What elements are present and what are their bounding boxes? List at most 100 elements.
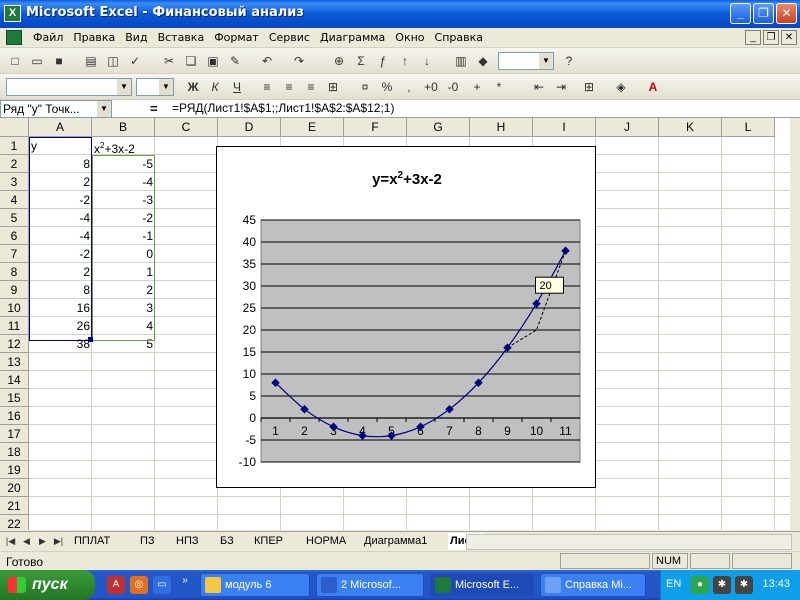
font-color-icon[interactable]: A [644,78,662,96]
cell-a2[interactable]: 8 [29,155,92,173]
row-header-15[interactable]: 15 [0,389,29,407]
taskbar-button[interactable]: модуль 6 [200,573,310,597]
sort-desc-icon[interactable]: ↓ [418,52,436,70]
row-header-7[interactable]: 7 [0,245,29,263]
column-header-j[interactable]: J [596,118,659,137]
cell-a5[interactable]: -4 [29,209,92,227]
row-header-13[interactable]: 13 [0,353,29,371]
doc-close-button[interactable]: ✕ [781,30,797,45]
column-header-c[interactable]: C [155,118,218,137]
menu-item[interactable]: Справка [430,31,488,44]
row-header-6[interactable]: 6 [0,227,29,245]
cell-a6[interactable]: -4 [29,227,92,245]
align-left-icon[interactable]: ≡ [258,78,276,96]
new-icon[interactable]: □ [6,52,24,70]
cell-a1[interactable]: y [29,137,92,155]
media-icon[interactable]: ◎ [130,576,148,594]
menu-item[interactable]: Диаграмма [315,31,390,44]
row-header-9[interactable]: 9 [0,281,29,299]
function-icon[interactable]: ƒ [374,52,392,70]
column-header-e[interactable]: E [281,118,344,137]
cell-b6[interactable]: -1 [92,227,155,245]
row-header-4[interactable]: 4 [0,191,29,209]
comma-style-icon[interactable]: ‚ [400,78,418,96]
cell-a11[interactable]: 26 [29,317,92,335]
undo-icon[interactable]: ↶ [258,52,276,70]
row-header-17[interactable]: 17 [0,425,29,443]
italic-icon[interactable]: К [206,78,224,96]
cell-a3[interactable]: 2 [29,173,92,191]
decrease-decimal-icon[interactable]: -0 [444,78,462,96]
drawing-icon[interactable]: ◆ [474,52,492,70]
cell-b5[interactable]: -2 [92,209,155,227]
taskbar-button[interactable]: Microsoft E... [430,573,534,597]
cell-b10[interactable]: 3 [92,299,155,317]
row-header-18[interactable]: 18 [0,443,29,461]
cell-b4[interactable]: -3 [92,191,155,209]
cell-b12[interactable]: 5 [92,335,155,353]
chart-title[interactable]: y=x2+3x-2 [372,170,442,188]
column-header-a[interactable]: A [29,118,92,137]
next-sheet-icon[interactable]: ▶ [35,534,50,549]
decrease-indent-icon[interactable]: ⇤ [530,78,548,96]
row-header-3[interactable]: 3 [0,173,29,191]
cell-a7[interactable]: -2 [29,245,92,263]
quicklaunch-more-icon[interactable]: » [176,572,194,590]
menu-item[interactable]: Правка [68,31,120,44]
sheet-tab[interactable]: НОРМА [304,533,348,550]
menu-item[interactable]: Формат [209,31,264,44]
fill-color-icon[interactable]: ◈ [612,78,630,96]
workbook-icon[interactable] [6,30,22,45]
increase-decimal-icon[interactable]: +0 [422,78,440,96]
column-header-g[interactable]: G [407,118,470,137]
sheet-tab[interactable]: КПЕР [252,533,285,550]
help-icon[interactable]: ? [560,52,578,70]
zoom-combo[interactable]: ▼ [498,52,554,70]
taskbar-button[interactable]: 2 Microsof... [316,573,424,597]
last-sheet-icon[interactable]: ▶| [51,534,66,549]
align-center-icon[interactable]: ≡ [280,78,298,96]
sheet-tab[interactable]: ПЗ [138,533,157,550]
sheet-tab[interactable]: ППЛАТ [72,533,112,550]
first-sheet-icon[interactable]: |◀ [3,534,18,549]
taskbar-button[interactable]: Справка Mi... [540,573,646,597]
copy-icon[interactable]: ❏ [182,52,200,70]
font-size-combo[interactable]: ▼ [136,78,174,96]
desktop-icon[interactable]: ▭ [153,576,171,594]
excel-app-icon[interactable]: X [4,5,21,22]
tray-app-icon[interactable]: ✱ [713,576,731,594]
row-header-1[interactable]: 1 [0,137,29,155]
cell-b1[interactable]: x2+3x-2 [92,137,155,156]
hyperlink-icon[interactable]: ⊕ [330,52,348,70]
cell-a10[interactable]: 16 [29,299,92,317]
row-header-12[interactable]: 12 [0,335,29,353]
sheet-tab[interactable]: НПЗ [174,533,201,550]
print-icon[interactable]: ▤ [82,52,100,70]
chart-object[interactable]: y=x2+3x-2 454035302520151050-5-101234567… [216,146,596,488]
cut-icon[interactable]: ✂ [160,52,178,70]
menu-item[interactable]: Вид [120,31,152,44]
cell-a4[interactable]: -2 [29,191,92,209]
print-preview-icon[interactable]: ◫ [104,52,122,70]
increase-indent-icon[interactable]: ⇥ [552,78,570,96]
row-header-14[interactable]: 14 [0,371,29,389]
horizontal-scrollbar[interactable] [466,534,792,550]
menu-item[interactable]: Окно [390,31,429,44]
row-header-22[interactable]: 22 [0,515,29,530]
close-button[interactable]: ✕ [776,3,797,24]
spelling-icon[interactable]: ✓ [126,52,144,70]
merge-center-icon[interactable]: ⊞ [324,78,342,96]
doc-restore-button[interactable]: ❐ [763,30,779,45]
acrobat-icon[interactable]: A [107,576,125,594]
paste-icon[interactable]: ▣ [204,52,222,70]
percent-icon[interactable]: % [378,78,396,96]
currency-icon[interactable]: ¤ [356,78,374,96]
column-header-d[interactable]: D [218,118,281,137]
menu-item[interactable]: Файл [28,31,68,44]
row-header-19[interactable]: 19 [0,461,29,479]
custom-plus-icon[interactable]: + [468,78,486,96]
network-icon[interactable]: ● [691,576,709,594]
range-resize-handle[interactable] [88,337,93,342]
column-header-i[interactable]: I [533,118,596,137]
save-icon[interactable]: ■ [50,52,68,70]
